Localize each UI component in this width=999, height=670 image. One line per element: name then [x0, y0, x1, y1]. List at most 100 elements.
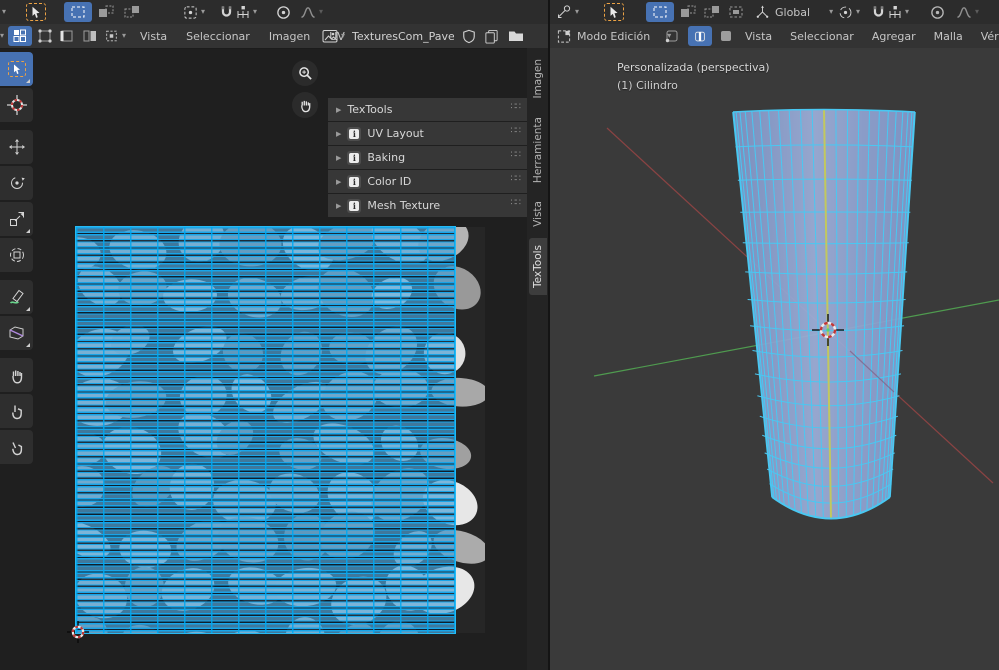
cylinder-mesh-view[interactable] [550, 48, 999, 670]
tab-herramienta[interactable]: Herramienta [529, 110, 547, 190]
select-mode-set-button[interactable] [646, 0, 674, 24]
collapse-arrow-icon: ▶ [336, 201, 342, 210]
image-name-field[interactable]: TexturesCom_Pavem... [352, 24, 454, 48]
menu-vista[interactable]: Vista [138, 30, 169, 43]
menu-agregar[interactable]: Agregar [870, 30, 918, 43]
fake-user-toggle[interactable] [462, 24, 476, 48]
chevron-down-icon: ▾ [2, 7, 7, 16]
uv-select-vertex-button[interactable] [38, 24, 54, 48]
info-icon: i [347, 174, 362, 189]
move-tool-button[interactable] [0, 130, 33, 164]
menu-vista[interactable]: Vista [743, 30, 774, 43]
uv-select-face-button[interactable] [82, 24, 98, 48]
proportional-edit-toggle[interactable] [276, 0, 291, 24]
active-tool-settings-dropdown[interactable]: ▾ [556, 0, 579, 24]
panel-color-id[interactable]: ▶ i Color ID ∷∷ [328, 170, 527, 193]
grab-tool-button[interactable] [0, 358, 33, 392]
menu-malla[interactable]: Malla [932, 30, 965, 43]
menu-seleccionar[interactable]: Seleccionar [788, 30, 856, 43]
image-browse-dropdown[interactable]: ▾ [322, 24, 345, 48]
editor-type-dropdown[interactable]: ▾ [2, 0, 6, 24]
rip-region-tool-button[interactable] [0, 316, 33, 350]
chevron-down-icon: ▾ [575, 7, 580, 16]
panel-label: TexTools [347, 103, 393, 116]
face-mode-button[interactable] [718, 24, 734, 48]
uv-canvas[interactable]: ▶ TexTools ∷∷ ▶ i UV Layout ∷∷ ▶ i Bakin… [0, 48, 548, 670]
pivot-point-dropdown[interactable]: ▾ [183, 0, 205, 24]
menu-vertice[interactable]: Vértice [979, 30, 999, 43]
tool-settings-icon [558, 5, 571, 18]
chevron-down-icon: ▾ [341, 31, 346, 40]
uv-sync-select-toggle[interactable] [8, 24, 32, 48]
vertex-mode-icon [665, 30, 678, 43]
snap-controls[interactable]: ▾ [220, 0, 257, 24]
cursor-arrow-icon [610, 6, 618, 18]
tab-textools[interactable]: TexTools [529, 237, 547, 295]
viewport-header: Modo Edición ▾ Vista Seleccionar Agregar… [550, 24, 999, 49]
chevron-down-icon: ▾ [0, 31, 5, 40]
pan-button[interactable] [292, 92, 318, 118]
relax-tool-button[interactable] [0, 394, 33, 428]
select-mode-subtract-button[interactable] [124, 0, 140, 24]
drag-dots-icon[interactable]: ∷∷ [511, 150, 522, 160]
uv-2d-cursor[interactable] [67, 621, 89, 643]
snap-controls[interactable]: ▾ [872, 0, 909, 24]
texture-image[interactable] [75, 226, 485, 634]
tab-imagen[interactable]: Imagen [529, 52, 547, 106]
viewport-tool-header: ▾ Global ▾ ▾ ▾ ▾ [550, 0, 999, 25]
cursor-tool-button[interactable] [0, 88, 33, 122]
drag-dots-icon[interactable]: ∷∷ [511, 198, 522, 208]
rip-region-icon [9, 326, 24, 340]
select-mode-subtract-button[interactable] [704, 0, 720, 24]
transform-orientation-dropdown[interactable]: Global ▾ [755, 0, 833, 24]
transform-tool-button[interactable] [0, 238, 33, 272]
duplicate-image-button[interactable] [484, 24, 499, 48]
grab-hand-icon [11, 370, 22, 384]
open-image-button[interactable] [508, 24, 524, 48]
proportional-edit-toggle[interactable] [930, 0, 945, 24]
mode-dropdown[interactable]: Modo Edición ▾ [556, 24, 671, 48]
tab-vista[interactable]: Vista [529, 194, 547, 234]
box-select-set-icon [64, 2, 92, 22]
annotate-pen-icon [9, 289, 24, 304]
panel-textools[interactable]: ▶ TexTools ∷∷ [328, 98, 527, 121]
uv-editor-area: ▾ ▾ ▾ ▾ ▾ ▾ Vista Seleccionar Imagen UV … [0, 0, 548, 670]
transform-icon [9, 248, 24, 262]
zoom-button[interactable] [292, 60, 318, 86]
pivot-point-dropdown[interactable]: ▾ [838, 0, 860, 24]
proportional-falloff-dropdown[interactable]: ▾ [956, 0, 979, 24]
drag-dots-icon[interactable]: ∷∷ [511, 102, 522, 112]
vertex-mode-button[interactable] [664, 24, 680, 48]
rotate-tool-button[interactable] [0, 166, 33, 200]
tweak-tool-header-button[interactable] [26, 0, 46, 24]
active-tool-outline [26, 3, 46, 21]
tweak-tool-header-button[interactable] [604, 0, 624, 24]
magnet-icon [873, 6, 884, 17]
select-mode-extend-button[interactable] [680, 0, 696, 24]
tweak-tool-button[interactable] [0, 52, 33, 86]
menu-imagen[interactable]: Imagen [267, 30, 312, 43]
edge-select-icon [60, 30, 73, 42]
panel-baking[interactable]: ▶ i Baking ∷∷ [328, 146, 527, 169]
drag-dots-icon[interactable]: ∷∷ [511, 174, 522, 184]
select-mode-extend-button[interactable] [98, 0, 114, 24]
box-select-subtract-icon [704, 6, 719, 18]
uv-layout-overlay[interactable] [75, 226, 456, 634]
panel-mesh-texture[interactable]: ▶ i Mesh Texture ∷∷ [328, 194, 527, 217]
editor-type-chevron[interactable]: ▾ [0, 24, 4, 48]
pinch-tool-button[interactable] [0, 430, 33, 464]
select-mode-intersect-button[interactable] [728, 0, 744, 24]
annotate-tool-button[interactable] [0, 280, 33, 314]
panel-uv-layout[interactable]: ▶ i UV Layout ∷∷ [328, 122, 527, 145]
proportional-falloff-dropdown[interactable]: ▾ [300, 0, 323, 24]
sticky-select-dropdown[interactable]: ▾ [104, 24, 126, 48]
viewport-canvas[interactable]: Personalizada (perspectiva) (1) Cilindro [550, 48, 999, 670]
edge-mode-button[interactable] [688, 24, 712, 48]
uv-select-edge-button[interactable] [60, 24, 76, 48]
view-name-overlay: Personalizada (perspectiva) [617, 61, 770, 74]
drag-dots-icon[interactable]: ∷∷ [511, 126, 522, 136]
face-mode-icon [721, 31, 731, 41]
menu-seleccionar[interactable]: Seleccionar [184, 30, 252, 43]
scale-tool-button[interactable] [0, 202, 33, 236]
select-mode-set-button[interactable] [64, 0, 92, 24]
